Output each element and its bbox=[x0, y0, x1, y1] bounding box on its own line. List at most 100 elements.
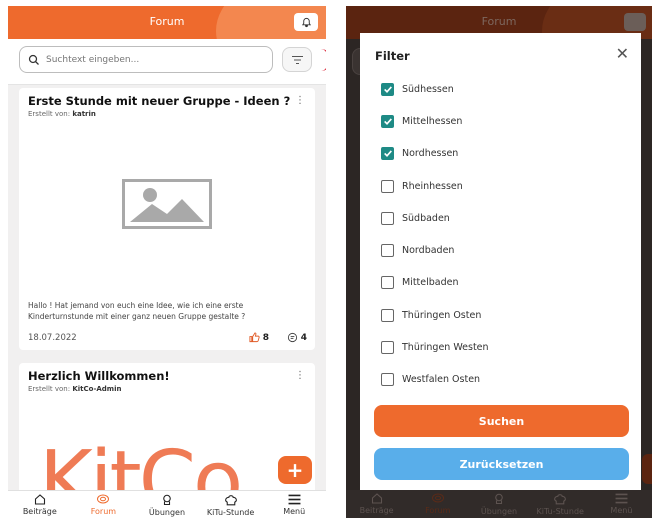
nav-label: Forum bbox=[90, 507, 117, 516]
nav-item-kitu-stunde: KiTu-Stunde bbox=[530, 490, 591, 518]
bottom-navigation: Beiträge Forum Übungen KiTu-Stunde Menü bbox=[8, 490, 326, 518]
nav-item-kitu-stunde[interactable]: KiTu-Stunde bbox=[199, 491, 263, 518]
add-post-button[interactable]: + bbox=[278, 456, 312, 484]
filter-screen: Forum Filter ✕ Südhessen Mittelhessen No… bbox=[346, 6, 652, 518]
like-count: 8 bbox=[262, 332, 269, 343]
nav-item-uebungen[interactable]: Übungen bbox=[135, 491, 199, 518]
page-title: Forum bbox=[149, 15, 185, 28]
post-author: Erstellt von: katrin bbox=[28, 110, 96, 118]
dialog-title: Filter bbox=[375, 49, 410, 63]
more-options-icon[interactable]: ⋮ bbox=[295, 371, 305, 381]
search-field[interactable] bbox=[19, 46, 273, 73]
nav-item-menu: Menü bbox=[591, 490, 652, 518]
forum-icon bbox=[431, 493, 444, 503]
nav-label: Übungen bbox=[480, 507, 518, 516]
option-label: Südbaden bbox=[402, 212, 450, 224]
author-name: katrin bbox=[72, 110, 96, 118]
checkbox[interactable] bbox=[381, 179, 394, 193]
search-icon bbox=[28, 54, 39, 65]
option-label: Thüringen Westen bbox=[402, 341, 489, 353]
session-icon bbox=[554, 494, 567, 505]
search-input[interactable] bbox=[46, 54, 246, 65]
author-prefix: Erstellt von: bbox=[28, 385, 71, 393]
filter-button[interactable] bbox=[282, 47, 312, 72]
page-title: Forum bbox=[481, 15, 517, 28]
more-options-icon[interactable]: ⋮ bbox=[295, 96, 305, 106]
option-label: Mittelhessen bbox=[402, 115, 463, 127]
post-author: Erstellt von: KitCo-Admin bbox=[28, 385, 121, 393]
filter-icon bbox=[291, 55, 303, 64]
checkbox[interactable] bbox=[381, 243, 394, 257]
comment-button[interactable]: 4 bbox=[287, 332, 307, 343]
check-icon bbox=[383, 86, 392, 93]
filter-option[interactable]: Thüringen Osten bbox=[381, 307, 481, 323]
checkbox[interactable] bbox=[381, 82, 394, 96]
filter-option[interactable]: Thüringen Westen bbox=[381, 339, 489, 355]
reset-button[interactable]: Zurücksetzen bbox=[374, 448, 629, 480]
checkbox[interactable] bbox=[381, 340, 394, 354]
checkbox[interactable] bbox=[381, 211, 394, 225]
check-icon bbox=[383, 118, 392, 125]
checkbox[interactable] bbox=[381, 372, 394, 386]
menu-icon bbox=[615, 493, 628, 504]
author-prefix: Erstellt von: bbox=[28, 110, 71, 118]
filter-option[interactable]: Nordhessen bbox=[381, 145, 458, 161]
session-icon bbox=[224, 495, 237, 506]
nav-item-menu[interactable]: Menü bbox=[262, 491, 326, 518]
svg-text:KitCo: KitCo bbox=[39, 434, 240, 498]
nav-label: Beiträge bbox=[359, 506, 394, 515]
post-title: Herzlich Willkommen! bbox=[28, 369, 170, 383]
filter-option[interactable]: Südhessen bbox=[381, 81, 454, 97]
home-icon bbox=[34, 494, 45, 505]
option-label: Nordhessen bbox=[402, 147, 459, 159]
checkbox[interactable] bbox=[381, 275, 394, 289]
exercise-icon bbox=[163, 494, 171, 506]
checkbox[interactable] bbox=[381, 146, 394, 160]
search-button[interactable]: Suchen bbox=[374, 405, 629, 437]
filter-option[interactable]: Rheinhessen bbox=[381, 178, 463, 194]
nav-label: Übungen bbox=[148, 508, 186, 517]
kitco-logo: KitCo bbox=[39, 434, 243, 498]
nav-item-forum[interactable]: Forum bbox=[72, 491, 136, 518]
post-card[interactable]: Herzlich Willkommen! Erstellt von: KitCo… bbox=[19, 363, 315, 498]
nav-item-beitraege: Beiträge bbox=[346, 490, 407, 518]
thumbs-up-icon bbox=[249, 332, 260, 343]
nav-label: KiTu-Stunde bbox=[206, 508, 255, 517]
checkbox[interactable] bbox=[381, 308, 394, 322]
comment-count: 4 bbox=[300, 332, 307, 343]
app-header: Forum bbox=[8, 6, 326, 39]
search-bar bbox=[8, 39, 326, 85]
menu-icon bbox=[288, 494, 301, 505]
option-label: Westfalen Osten bbox=[402, 373, 481, 385]
filter-option[interactable]: Mittelhessen bbox=[381, 113, 462, 129]
comment-icon bbox=[287, 332, 297, 343]
notification-button[interactable] bbox=[294, 13, 318, 31]
filter-option[interactable]: Mittelbaden bbox=[381, 274, 459, 290]
option-label: Rheinhessen bbox=[402, 180, 463, 192]
bell-icon bbox=[624, 13, 646, 31]
nav-label: Beiträge bbox=[22, 507, 57, 516]
nav-label: KiTu-Stunde bbox=[536, 507, 584, 516]
exercise-icon bbox=[495, 493, 503, 505]
option-label: Mittelbaden bbox=[402, 276, 459, 288]
checkbox[interactable] bbox=[381, 114, 394, 128]
like-button[interactable]: 8 bbox=[249, 332, 269, 343]
nav-item-uebungen: Übungen bbox=[468, 490, 529, 518]
post-body: Hallo ! Hat jemand von euch eine Idee, w… bbox=[28, 301, 246, 321]
filter-option[interactable]: Westfalen Osten bbox=[381, 371, 480, 387]
option-label: Nordbaden bbox=[402, 244, 455, 256]
close-icon[interactable]: ✕ bbox=[616, 46, 629, 62]
add-post-button bbox=[642, 454, 652, 484]
forum-icon bbox=[97, 494, 110, 504]
nav-item-forum: Forum bbox=[407, 490, 468, 518]
nav-item-beitraege[interactable]: Beiträge bbox=[8, 491, 72, 518]
filter-option[interactable]: Südbaden bbox=[381, 210, 450, 226]
filter-dialog: Filter ✕ Südhessen Mittelhessen Nordhess… bbox=[360, 33, 641, 492]
highlight-marker bbox=[321, 49, 326, 71]
bottom-navigation: Beiträge Forum Übungen KiTu-Stunde Menü bbox=[346, 490, 652, 518]
nav-label: Menü bbox=[610, 506, 633, 515]
check-icon bbox=[383, 150, 392, 157]
filter-option[interactable]: Nordbaden bbox=[381, 242, 454, 258]
nav-label: Forum bbox=[425, 506, 451, 515]
post-card[interactable]: Erste Stunde mit neuer Gruppe - Ideen ? … bbox=[19, 88, 315, 350]
